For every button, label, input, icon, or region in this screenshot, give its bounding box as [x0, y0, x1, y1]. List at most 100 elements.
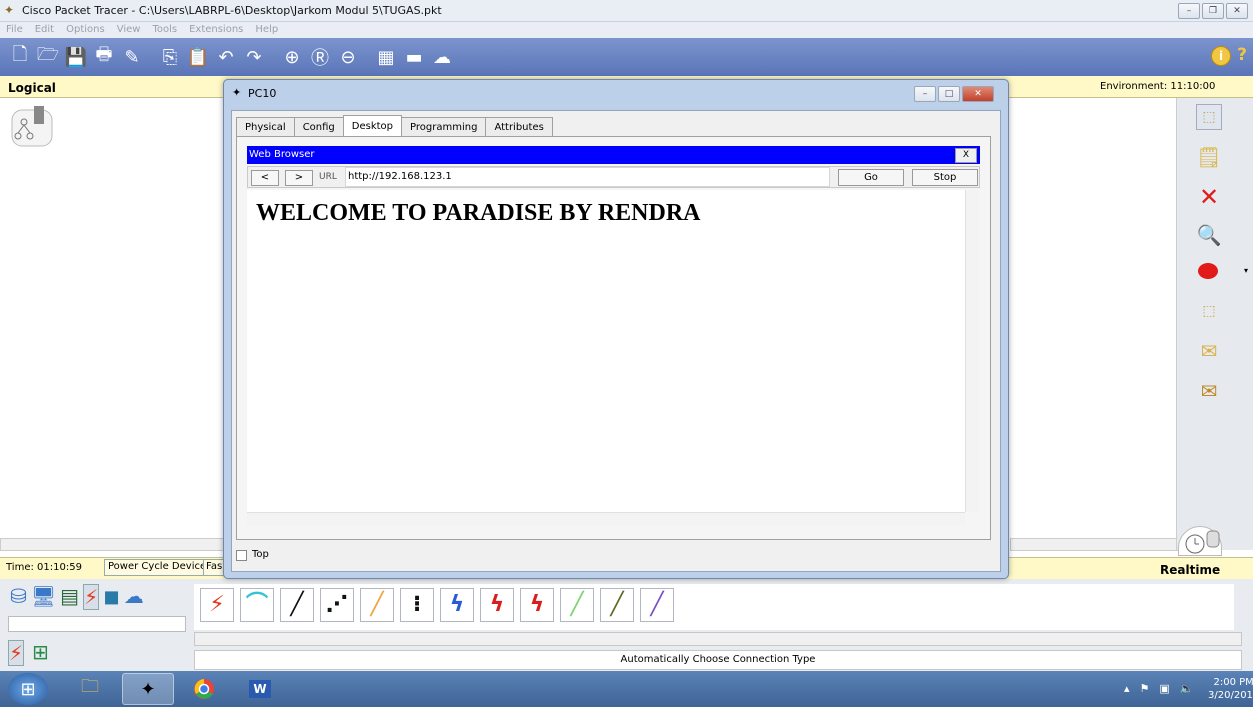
- help-icon[interactable]: ?: [1237, 45, 1247, 65]
- grid-icon[interactable]: ⊞: [32, 640, 49, 666]
- restore-button[interactable]: ❐: [1202, 3, 1224, 19]
- connections-subtype-icon[interactable]: ⚡: [8, 640, 25, 666]
- network-devices-icon[interactable]: ⛁: [10, 584, 27, 610]
- copper-cross-over-icon[interactable]: ⋰: [320, 588, 354, 622]
- octal-cable-icon[interactable]: ╱: [560, 588, 594, 622]
- chevron-down-icon[interactable]: ▾: [1244, 266, 1248, 275]
- browser-back-button[interactable]: <: [251, 170, 279, 186]
- pc-icon: ✦: [232, 86, 242, 99]
- dialog-title: PC10: [248, 87, 277, 100]
- top-checkbox[interactable]: [236, 550, 247, 561]
- network-icon[interactable]: ▣: [1159, 682, 1169, 695]
- device-search-input[interactable]: [8, 616, 186, 632]
- custom-device-icon[interactable]: ▬: [402, 45, 426, 69]
- close-button[interactable]: ✕: [1226, 3, 1248, 19]
- realtime-clock-icon[interactable]: [1178, 526, 1222, 556]
- coaxial-cable-icon[interactable]: ϟ: [440, 588, 474, 622]
- menu-options[interactable]: Options: [66, 22, 105, 38]
- taskbar-clock[interactable]: 2:00 PM 3/20/2019: [1208, 676, 1253, 702]
- dialog-minimize-button[interactable]: –: [914, 86, 936, 102]
- workspace-horizontal-scrollbar[interactable]: [0, 538, 228, 551]
- device-subtype-list: ⚡ ⊞: [8, 640, 49, 666]
- tab-attributes[interactable]: Attributes: [485, 117, 553, 137]
- menu-tools[interactable]: Tools: [152, 22, 177, 38]
- menu-help[interactable]: Help: [255, 22, 278, 38]
- copy-icon[interactable]: ⎘: [158, 45, 182, 69]
- menu-view[interactable]: View: [117, 22, 141, 38]
- note-tool-icon[interactable]: 🗒: [1196, 144, 1222, 170]
- info-icon[interactable]: i: [1211, 46, 1231, 66]
- network-cluster-icon[interactable]: [8, 104, 56, 150]
- connections-icon[interactable]: ⚡: [83, 584, 100, 610]
- draw-ellipse-icon[interactable]: [1196, 258, 1222, 284]
- tab-desktop[interactable]: Desktop: [342, 115, 403, 137]
- auto-connection-icon[interactable]: ⚡: [200, 588, 234, 622]
- explorer-taskbar-icon[interactable]: 🗀: [64, 673, 116, 705]
- word-taskbar-icon[interactable]: W: [234, 673, 286, 705]
- connection-types-list: ⚡ ⌒ ╱ ⋰ ╱ ⁝ ϟ ϟ ϟ ╱ ╱ ╱: [194, 584, 1234, 630]
- browser-vertical-scrollbar[interactable]: [965, 190, 979, 512]
- logical-view-label[interactable]: Logical: [8, 81, 56, 95]
- minimize-button[interactable]: –: [1178, 3, 1200, 19]
- main-toolbar: 🗋 🗁 💾 🖶 ✎ ⎘ 📋 ↶ ↷ ⊕ Ⓡ ⊖ ▦ ▬ ☁: [0, 38, 1253, 76]
- redo-icon[interactable]: ↷: [242, 45, 266, 69]
- power-cycle-devices-button[interactable]: Power Cycle Devices: [104, 559, 216, 576]
- add-simple-pdu-icon[interactable]: ✉: [1196, 338, 1222, 364]
- components-icon[interactable]: ▤: [60, 584, 79, 610]
- zoom-in-icon[interactable]: ⊕: [280, 45, 304, 69]
- url-input[interactable]: http://192.168.123.1: [345, 167, 830, 187]
- cloud-icon[interactable]: ☁: [430, 45, 454, 69]
- stop-button[interactable]: Stop: [912, 169, 978, 186]
- open-folder-icon[interactable]: 🗁: [36, 44, 60, 69]
- undo-icon[interactable]: ↶: [214, 45, 238, 69]
- usb-cable-icon[interactable]: ╱: [640, 588, 674, 622]
- new-file-icon[interactable]: 🗋: [8, 44, 32, 69]
- fiber-icon[interactable]: ╱: [360, 588, 394, 622]
- zoom-out-icon[interactable]: ⊖: [336, 45, 360, 69]
- chrome-taskbar-icon[interactable]: [178, 673, 230, 705]
- fast-forward-time-button[interactable]: Fas: [203, 559, 226, 576]
- end-devices-icon[interactable]: 🖥: [31, 584, 56, 610]
- packet-tracer-taskbar-icon[interactable]: ✦: [122, 673, 174, 705]
- copper-straight-through-icon[interactable]: ╱: [280, 588, 314, 622]
- console-cable-icon[interactable]: ⌒: [240, 588, 274, 622]
- web-browser-close-button[interactable]: X: [955, 148, 977, 163]
- serial-dce-icon[interactable]: ϟ: [480, 588, 514, 622]
- inspect-tool-icon[interactable]: 🔍: [1196, 222, 1222, 248]
- zoom-reset-icon[interactable]: Ⓡ: [308, 45, 332, 69]
- menu-extensions[interactable]: Extensions: [189, 22, 243, 38]
- palette-icon[interactable]: ▦: [374, 45, 398, 69]
- tab-config[interactable]: Config: [293, 117, 344, 137]
- start-button[interactable]: ⊞: [8, 673, 48, 705]
- activity-wizard-icon[interactable]: ✎: [120, 45, 144, 69]
- save-icon[interactable]: 💾: [64, 45, 88, 69]
- paste-icon[interactable]: 📋: [186, 45, 210, 69]
- select-tool-icon[interactable]: ⬚: [1196, 104, 1222, 130]
- misc-icon[interactable]: ◼: [103, 584, 120, 610]
- tray-expand-icon[interactable]: ▴: [1124, 682, 1130, 695]
- browser-horizontal-scrollbar[interactable]: [247, 512, 965, 526]
- realtime-mode-label[interactable]: Realtime: [1160, 563, 1220, 577]
- tab-programming[interactable]: Programming: [401, 117, 487, 137]
- iot-custom-cable-icon[interactable]: ╱: [600, 588, 634, 622]
- delete-tool-icon[interactable]: ✕: [1196, 183, 1222, 211]
- tab-physical[interactable]: Physical: [236, 117, 295, 137]
- resize-shape-icon[interactable]: ⬚: [1196, 298, 1222, 324]
- menu-edit[interactable]: Edit: [35, 22, 54, 38]
- serial-dte-icon[interactable]: ϟ: [520, 588, 554, 622]
- action-center-icon[interactable]: ⚑: [1140, 682, 1150, 695]
- connections-scrollbar[interactable]: [194, 632, 1242, 646]
- multiuser-icon[interactable]: ☁: [124, 584, 144, 610]
- workspace-horizontal-scrollbar-right[interactable]: [1010, 538, 1178, 551]
- add-complex-pdu-icon[interactable]: ✉: [1196, 378, 1222, 404]
- dialog-maximize-button[interactable]: □: [938, 86, 960, 102]
- phone-cable-icon[interactable]: ⁝: [400, 588, 434, 622]
- browser-forward-button[interactable]: >: [285, 170, 313, 186]
- print-icon[interactable]: 🖶: [92, 44, 116, 69]
- dialog-close-button[interactable]: ✕: [962, 86, 994, 102]
- go-button[interactable]: Go: [838, 169, 904, 186]
- packet-tracer-icon: ✦: [4, 3, 15, 17]
- browser-page[interactable]: [247, 190, 965, 512]
- volume-icon[interactable]: 🔈: [1180, 682, 1194, 695]
- menu-file[interactable]: File: [6, 22, 23, 38]
